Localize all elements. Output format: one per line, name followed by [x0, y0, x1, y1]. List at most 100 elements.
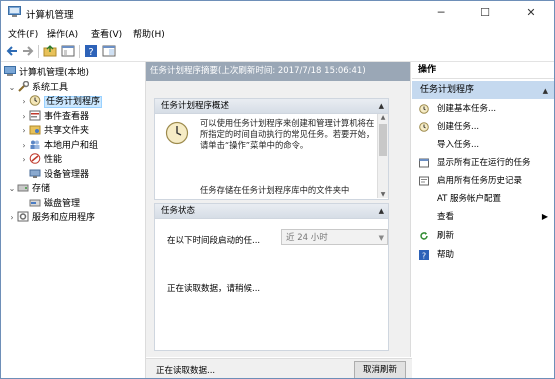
overview-scrollbar[interactable]: ▲ ▼	[377, 114, 388, 198]
action-label: 查看	[437, 212, 455, 222]
clock-icon	[29, 95, 41, 106]
action-enable-history[interactable]: 启用所有任务历史记录	[412, 173, 554, 189]
action-view[interactable]: 查看 ▶	[412, 209, 554, 225]
tree-item-local-users[interactable]: › 本地用户和组	[19, 139, 98, 153]
chevron-down-icon: ▼	[378, 234, 384, 242]
tree-label: 计算机管理(本地)	[19, 68, 90, 78]
action-help[interactable]: ? 帮助	[412, 247, 554, 263]
tree-item-storage[interactable]: ⌄ 存储	[7, 182, 50, 196]
chevron-down-icon[interactable]: ⌄	[7, 81, 17, 95]
tree-label: 性能	[44, 155, 63, 165]
tree-label: 共享文件夹	[44, 126, 90, 136]
action-refresh[interactable]: 刷新	[412, 228, 554, 244]
menu-view[interactable]: 查看(V)	[91, 27, 122, 40]
chevron-right-icon[interactable]: ›	[19, 139, 29, 153]
up-folder-icon[interactable]	[43, 44, 57, 58]
close-button[interactable]: ✕	[509, 1, 553, 25]
storage-icon	[17, 184, 29, 192]
period-label: 在以下时间段启动的任...	[167, 236, 261, 246]
tree-item-services-apps[interactable]: › 服务和应用程序	[7, 211, 95, 225]
period-select-value: 近 24 小时	[286, 233, 328, 243]
help-icon: ?	[419, 250, 429, 260]
forward-arrow-icon[interactable]	[21, 44, 35, 58]
actions-subheader[interactable]: 任务计划程序 ▲	[412, 81, 554, 99]
clock-icon	[165, 121, 189, 145]
tree-item-task-scheduler[interactable]: › 任务计划程序	[19, 95, 103, 109]
toolbar-separator	[38, 45, 39, 58]
action-label: 显示所有正在运行的任务	[437, 158, 531, 168]
collapse-icon[interactable]: ▲	[543, 82, 548, 100]
properties-view-icon[interactable]	[102, 44, 116, 58]
console-tree: 计算机管理(本地) ⌄ 系统工具 › 任务计划程序 › 事件查看器 › 共享文件夹 › 本…	[1, 62, 146, 378]
tree-item-performance[interactable]: › 性能	[19, 153, 62, 167]
users-icon	[30, 140, 40, 149]
disk-icon	[29, 199, 41, 207]
tree-item-computer-management[interactable]: 计算机管理(本地)	[4, 66, 89, 80]
tree-item-device-manager[interactable]: 设备管理器	[29, 168, 89, 182]
overview-section-title[interactable]: 任务计划程序概述 ▲	[155, 99, 388, 114]
section-title-text: 任务计划程序概述	[161, 101, 230, 111]
tree-item-event-viewer[interactable]: › 事件查看器	[19, 110, 89, 124]
tree-item-disk-management[interactable]: 磁盘管理	[29, 197, 80, 211]
maximize-button[interactable]: ☐	[463, 1, 507, 25]
actions-subheader-label: 任务计划程序	[420, 85, 475, 95]
svg-text:?: ?	[422, 251, 426, 260]
history-icon	[419, 176, 429, 186]
menu-help[interactable]: 帮助(H)	[133, 27, 165, 40]
summary-header: 任务计划程序摘要(上次刷新时间: 2017/7/18 15:06:41)	[146, 62, 410, 81]
action-label: 创建任务...	[437, 122, 480, 132]
back-arrow-icon[interactable]	[5, 44, 19, 58]
chevron-right-icon[interactable]: ›	[19, 153, 29, 167]
refresh-icon	[420, 232, 428, 240]
computer-management-icon	[8, 6, 21, 17]
minimize-button[interactable]: ─	[419, 1, 463, 25]
action-label: 创建基本任务...	[437, 104, 497, 114]
scroll-up-icon[interactable]: ▲	[378, 114, 388, 121]
action-create-task[interactable]: 创建任务...	[412, 119, 554, 135]
action-show-running-tasks[interactable]: 显示所有正在运行的任务	[412, 155, 554, 171]
collapse-icon[interactable]: ▲	[379, 99, 384, 113]
title-bar: 计算机管理 ─ ☐ ✕	[1, 1, 554, 25]
actions-pane: 操作 任务计划程序 ▲ 创建基本任务... 创建任务... 导入任务... 显示…	[412, 62, 554, 378]
performance-icon	[29, 153, 41, 164]
collapse-icon[interactable]: ▲	[379, 204, 384, 218]
chevron-right-icon[interactable]: ›	[19, 124, 29, 138]
loading-text: 正在读取数据，请稍候...	[167, 284, 261, 294]
chevron-down-icon[interactable]: ⌄	[7, 182, 17, 196]
tree-label: 服务和应用程序	[32, 213, 96, 223]
tree-item-system-tools[interactable]: ⌄ 系统工具	[7, 81, 68, 95]
action-import-task[interactable]: 导入任务...	[412, 137, 554, 153]
period-select[interactable]: 近 24 小时 ▼	[281, 229, 388, 245]
tree-label: 系统工具	[32, 83, 69, 93]
help-icon[interactable]: ?	[84, 44, 98, 58]
tree-item-shared-folders[interactable]: › 共享文件夹	[19, 124, 89, 138]
chevron-right-icon: ▶	[541, 212, 548, 221]
event-viewer-icon	[29, 110, 41, 121]
task-status-section-title[interactable]: 任务状态 ▲	[155, 204, 388, 219]
services-icon	[17, 211, 29, 222]
menu-file[interactable]: 文件(F)	[8, 27, 38, 40]
action-label: AT 服务帐户配置	[437, 194, 502, 204]
cancel-refresh-button[interactable]: 取消刷新	[354, 361, 406, 378]
scroll-thumb[interactable]	[379, 124, 387, 156]
computer-management-icon	[4, 66, 16, 76]
action-create-basic-task[interactable]: 创建基本任务...	[412, 101, 554, 117]
action-label: 启用所有任务历史记录	[437, 176, 523, 186]
action-at-service-config[interactable]: AT 服务帐户配置	[412, 191, 554, 207]
tree-label: 事件查看器	[44, 112, 90, 122]
actions-header: 操作	[412, 62, 554, 79]
action-label: 刷新	[437, 231, 455, 241]
window-title: 计算机管理	[26, 10, 74, 21]
task-status-section: 任务状态 ▲ 在以下时间段启动的任... 近 24 小时 ▼ 正在读取数据，请稍…	[154, 203, 389, 351]
chevron-right-icon[interactable]: ›	[19, 110, 29, 124]
overview-more-text: 任务存储在任务计划程序库中的文件夹中	[200, 185, 350, 195]
menu-action[interactable]: 操作(A)	[47, 27, 78, 40]
running-tasks-icon	[419, 158, 429, 168]
chevron-right-icon[interactable]: ›	[7, 211, 17, 225]
status-text: 正在读取数据...	[156, 366, 216, 376]
tree-label: 设备管理器	[44, 170, 90, 180]
scroll-down-icon[interactable]: ▼	[378, 191, 388, 198]
shared-folder-icon	[29, 125, 41, 135]
console-tree-icon[interactable]	[61, 44, 75, 58]
chevron-right-icon[interactable]: ›	[19, 95, 29, 109]
